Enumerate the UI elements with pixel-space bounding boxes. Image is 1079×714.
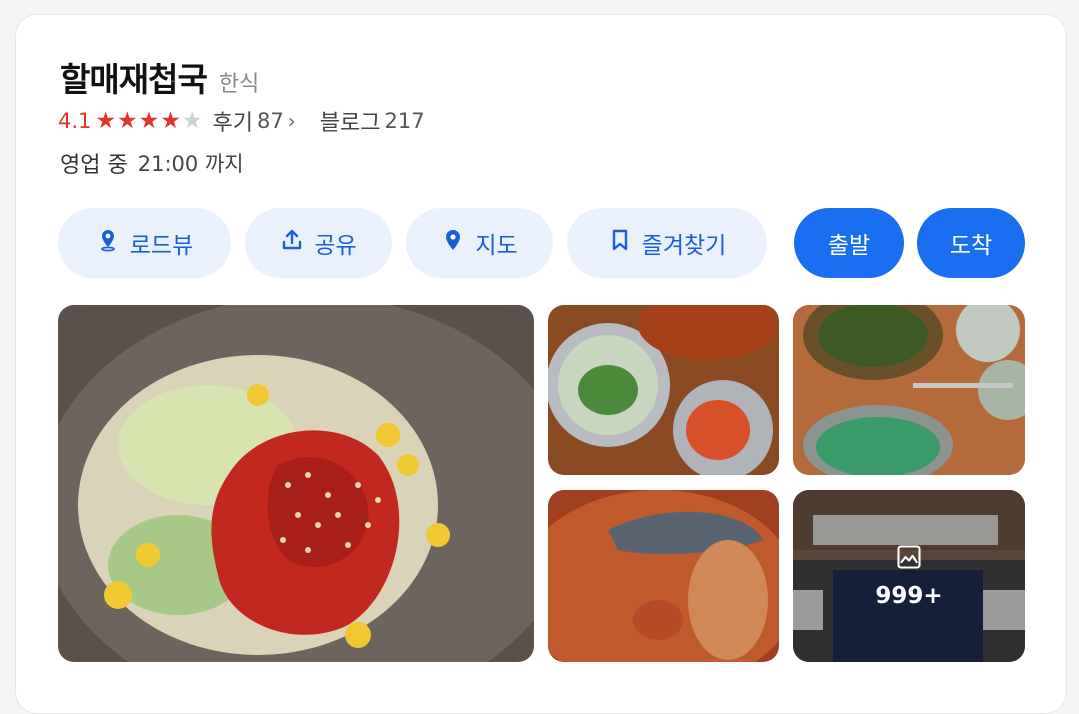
bookmark-icon: [608, 228, 632, 258]
chevron-right-icon: ›: [287, 109, 296, 133]
map-pin-icon: [441, 228, 465, 258]
main-photo[interactable]: [58, 305, 534, 662]
side-photo-1[interactable]: [548, 305, 779, 475]
star-icon: ★: [138, 107, 160, 134]
share-icon: [280, 228, 304, 258]
place-name[interactable]: 할매재첩국: [60, 53, 208, 101]
star-icon: ★: [160, 107, 181, 134]
side-photo-4[interactable]: 999+: [793, 490, 1025, 662]
rating-score: 4.1: [58, 109, 92, 133]
blog-count: 217: [384, 109, 425, 133]
blog-link[interactable]: 블로그 217: [320, 105, 425, 137]
arrive-button[interactable]: 도착: [917, 208, 1025, 278]
reviews-link[interactable]: 후기 87 ›: [213, 105, 296, 137]
roadview-label: 로드뷰: [129, 233, 194, 259]
map-label: 지도: [475, 233, 518, 259]
bibimbap-photo: [58, 305, 534, 662]
title-row: 할매재첩국 한식: [60, 53, 259, 101]
reviews-count: 87: [257, 109, 284, 133]
star-empty-icon: ★: [181, 107, 203, 134]
favorite-label: 즐겨찾기: [641, 233, 727, 259]
place-card: 할매재첩국 한식 4.1 ★ ★ ★ ★ ★ 후기 87 › 블로그 217 영…: [15, 14, 1067, 714]
roadview-button[interactable]: 로드뷰: [58, 208, 231, 278]
more-photos-count: 999+: [875, 583, 943, 609]
map-button[interactable]: 지도: [406, 208, 553, 278]
reviews-label: 후기: [212, 111, 254, 136]
rating-stars: ★ ★ ★ ★ ★: [95, 107, 203, 134]
gallery-icon: [895, 543, 923, 575]
more-photos-overlay[interactable]: 999+: [793, 490, 1025, 662]
arrive-label: 도착: [949, 233, 993, 259]
share-button[interactable]: 공유: [245, 208, 392, 278]
favorite-button[interactable]: 즐겨찾기: [567, 208, 767, 278]
star-icon: ★: [95, 107, 117, 134]
soup-photo: [548, 305, 779, 475]
side-photo-2[interactable]: [793, 305, 1025, 475]
star-icon: ★: [117, 107, 138, 134]
close-time: 21:00 까지: [137, 152, 244, 176]
side-photo-3[interactable]: [548, 490, 779, 662]
place-category: 한식: [218, 72, 260, 97]
hours-row[interactable]: 영업 중 21:00 까지: [60, 147, 244, 179]
open-status: 영업 중: [60, 153, 128, 178]
share-label: 공유: [314, 233, 357, 259]
depart-button[interactable]: 출발: [794, 208, 904, 278]
blog-label: 블로그: [319, 111, 381, 136]
roadview-icon: [96, 228, 120, 258]
fish-photo: [548, 490, 779, 662]
table-photo: [793, 305, 1025, 475]
rating-row: 4.1 ★ ★ ★ ★ ★ 후기 87 › 블로그 217: [58, 105, 425, 137]
depart-label: 출발: [827, 233, 871, 259]
